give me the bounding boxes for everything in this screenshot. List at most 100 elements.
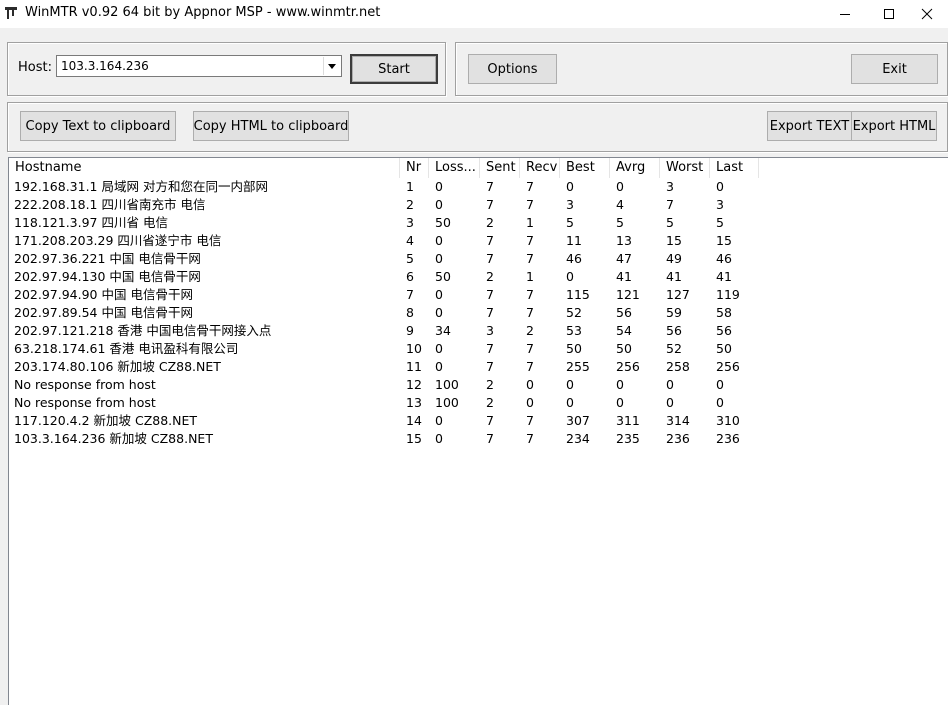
cell-loss: 0 — [435, 413, 443, 428]
cell-best: 11 — [566, 233, 582, 248]
minimize-icon — [840, 14, 850, 15]
cell-worst: 41 — [666, 269, 682, 284]
table-row[interactable]: 222.208.18.1 四川省南充市 电信 2 0 7 7 3 4 7 3 — [9, 196, 948, 214]
cell-worst: 52 — [666, 341, 682, 356]
host-input[interactable]: 103.3.164.236 — [61, 59, 149, 73]
cell-hostname: 202.97.36.221 中国 电信骨干网 — [14, 251, 201, 266]
column-header-worst[interactable]: Worst — [660, 158, 710, 178]
table-row[interactable]: 63.218.174.61 香港 电讯盈科有限公司 10 0 7 7 50 50 52 50 — [9, 340, 948, 358]
cell-sent: 3 — [486, 323, 494, 338]
table-row[interactable]: No response from host 12 100 2 0 0 0 0 0 — [9, 376, 948, 394]
cell-avrg: 0 — [616, 179, 624, 194]
table-row[interactable]: 117.120.4.2 新加坡 CZ88.NET 14 0 7 7 307 311 314 31… — [9, 412, 948, 430]
column-header-hostname[interactable]: Hostname — [9, 158, 400, 178]
cell-recv: 0 — [526, 377, 534, 392]
copy-html-button[interactable]: Copy HTML to clipboard — [193, 111, 349, 141]
close-button[interactable] — [904, 0, 948, 28]
results-table[interactable]: Hostname Nr Loss... Sent Recv Best Avrg … — [8, 157, 948, 705]
cell-avrg: 5 — [616, 215, 624, 230]
cell-last: 0 — [716, 395, 724, 410]
cell-worst: 15 — [666, 233, 682, 248]
cell-sent: 7 — [486, 197, 494, 212]
table-row[interactable]: 202.97.36.221 中国 电信骨干网 5 0 7 7 46 47 49 46 — [9, 250, 948, 268]
cell-avrg: 256 — [616, 359, 640, 374]
cell-recv: 7 — [526, 413, 534, 428]
winmtr-app-icon — [5, 7, 17, 19]
cell-nr: 13 — [406, 395, 422, 410]
maximize-icon — [884, 9, 894, 19]
options-button[interactable]: Options — [468, 54, 557, 84]
minimize-button[interactable] — [822, 0, 868, 28]
dropdown-button[interactable] — [323, 57, 340, 75]
table-row[interactable]: 203.174.80.106 新加坡 CZ88.NET 11 0 7 7 255 256 25… — [9, 358, 948, 376]
column-header-nr[interactable]: Nr — [400, 158, 429, 178]
export-html-button[interactable]: Export HTML — [851, 111, 937, 141]
exit-button[interactable]: Exit — [851, 54, 938, 84]
column-header-best[interactable]: Best — [560, 158, 610, 178]
table-row[interactable]: 192.168.31.1 局域网 对方和您在同一内部网 1 0 7 7 0 0 3 0 — [9, 178, 948, 196]
cell-worst: 49 — [666, 251, 682, 266]
cell-worst: 236 — [666, 431, 690, 446]
cell-best: 307 — [566, 413, 590, 428]
export-text-button[interactable]: Export TEXT — [767, 111, 852, 141]
cell-hostname: 118.121.3.97 四川省 电信 — [14, 215, 168, 230]
cell-avrg: 50 — [616, 341, 632, 356]
table-row[interactable]: 202.97.121.218 香港 中国电信骨干网接入点 9 34 3 2 53 54 56 5… — [9, 322, 948, 340]
table-row[interactable]: 103.3.164.236 新加坡 CZ88.NET 15 0 7 7 234 235 236… — [9, 430, 948, 448]
cell-recv: 1 — [526, 269, 534, 284]
table-row[interactable]: 202.97.94.90 中国 电信骨干网 7 0 7 7 115 121 127 119 — [9, 286, 948, 304]
copy-text-button[interactable]: Copy Text to clipboard — [20, 111, 176, 141]
title-bar[interactable]: WinMTR v0.92 64 bit by Appnor MSP - www.… — [0, 0, 948, 28]
cell-loss: 0 — [435, 431, 443, 446]
cell-nr: 8 — [406, 305, 414, 320]
table-row[interactable]: 171.208.203.29 四川省遂宁市 电信 4 0 7 7 11 13 15 15 — [9, 232, 948, 250]
cell-hostname: No response from host — [14, 377, 156, 392]
host-combobox[interactable]: 103.3.164.236 — [56, 55, 342, 77]
cell-nr: 12 — [406, 377, 422, 392]
cell-avrg: 41 — [616, 269, 632, 284]
cell-sent: 7 — [486, 179, 494, 194]
cell-loss: 100 — [435, 395, 459, 410]
cell-worst: 127 — [666, 287, 690, 302]
cell-worst: 5 — [666, 215, 674, 230]
column-header-loss[interactable]: Loss... — [429, 158, 480, 178]
column-header-sent[interactable]: Sent — [480, 158, 520, 178]
cell-recv: 7 — [526, 233, 534, 248]
cell-loss: 0 — [435, 341, 443, 356]
start-button[interactable]: Start — [350, 54, 438, 84]
cell-sent: 7 — [486, 305, 494, 320]
cell-best: 53 — [566, 323, 582, 338]
cell-hostname: No response from host — [14, 395, 156, 410]
cell-worst: 56 — [666, 323, 682, 338]
cell-recv: 7 — [526, 341, 534, 356]
cell-recv: 1 — [526, 215, 534, 230]
cell-sent: 7 — [486, 287, 494, 302]
cell-sent: 7 — [486, 233, 494, 248]
cell-recv: 0 — [526, 395, 534, 410]
cell-last: 56 — [716, 323, 732, 338]
table-row[interactable]: 202.97.94.130 中国 电信骨干网 6 50 2 1 0 41 41 41 — [9, 268, 948, 286]
cell-last: 119 — [716, 287, 740, 302]
cell-nr: 10 — [406, 341, 422, 356]
table-row[interactable]: No response from host 13 100 2 0 0 0 0 0 — [9, 394, 948, 412]
cell-last: 3 — [716, 197, 724, 212]
cell-nr: 1 — [406, 179, 414, 194]
cell-hostname: 222.208.18.1 四川省南充市 电信 — [14, 197, 206, 212]
cell-hostname: 63.218.174.61 香港 电讯盈科有限公司 — [14, 341, 239, 356]
host-label: Host: — [18, 60, 52, 75]
cell-nr: 5 — [406, 251, 414, 266]
column-header-avrg[interactable]: Avrg — [610, 158, 660, 178]
cell-worst: 59 — [666, 305, 682, 320]
cell-avrg: 0 — [616, 395, 624, 410]
table-row[interactable]: 202.97.89.54 中国 电信骨干网 8 0 7 7 52 56 59 58 — [9, 304, 948, 322]
table-row[interactable]: 118.121.3.97 四川省 电信 3 50 2 1 5 5 5 5 — [9, 214, 948, 232]
column-header-recv[interactable]: Recv — [520, 158, 560, 178]
cell-worst: 258 — [666, 359, 690, 374]
cell-nr: 15 — [406, 431, 422, 446]
column-header-last[interactable]: Last — [710, 158, 759, 178]
cell-avrg: 121 — [616, 287, 640, 302]
cell-hostname: 103.3.164.236 新加坡 CZ88.NET — [14, 431, 213, 446]
cell-last: 58 — [716, 305, 732, 320]
cell-last: 46 — [716, 251, 732, 266]
cell-best: 5 — [566, 215, 574, 230]
